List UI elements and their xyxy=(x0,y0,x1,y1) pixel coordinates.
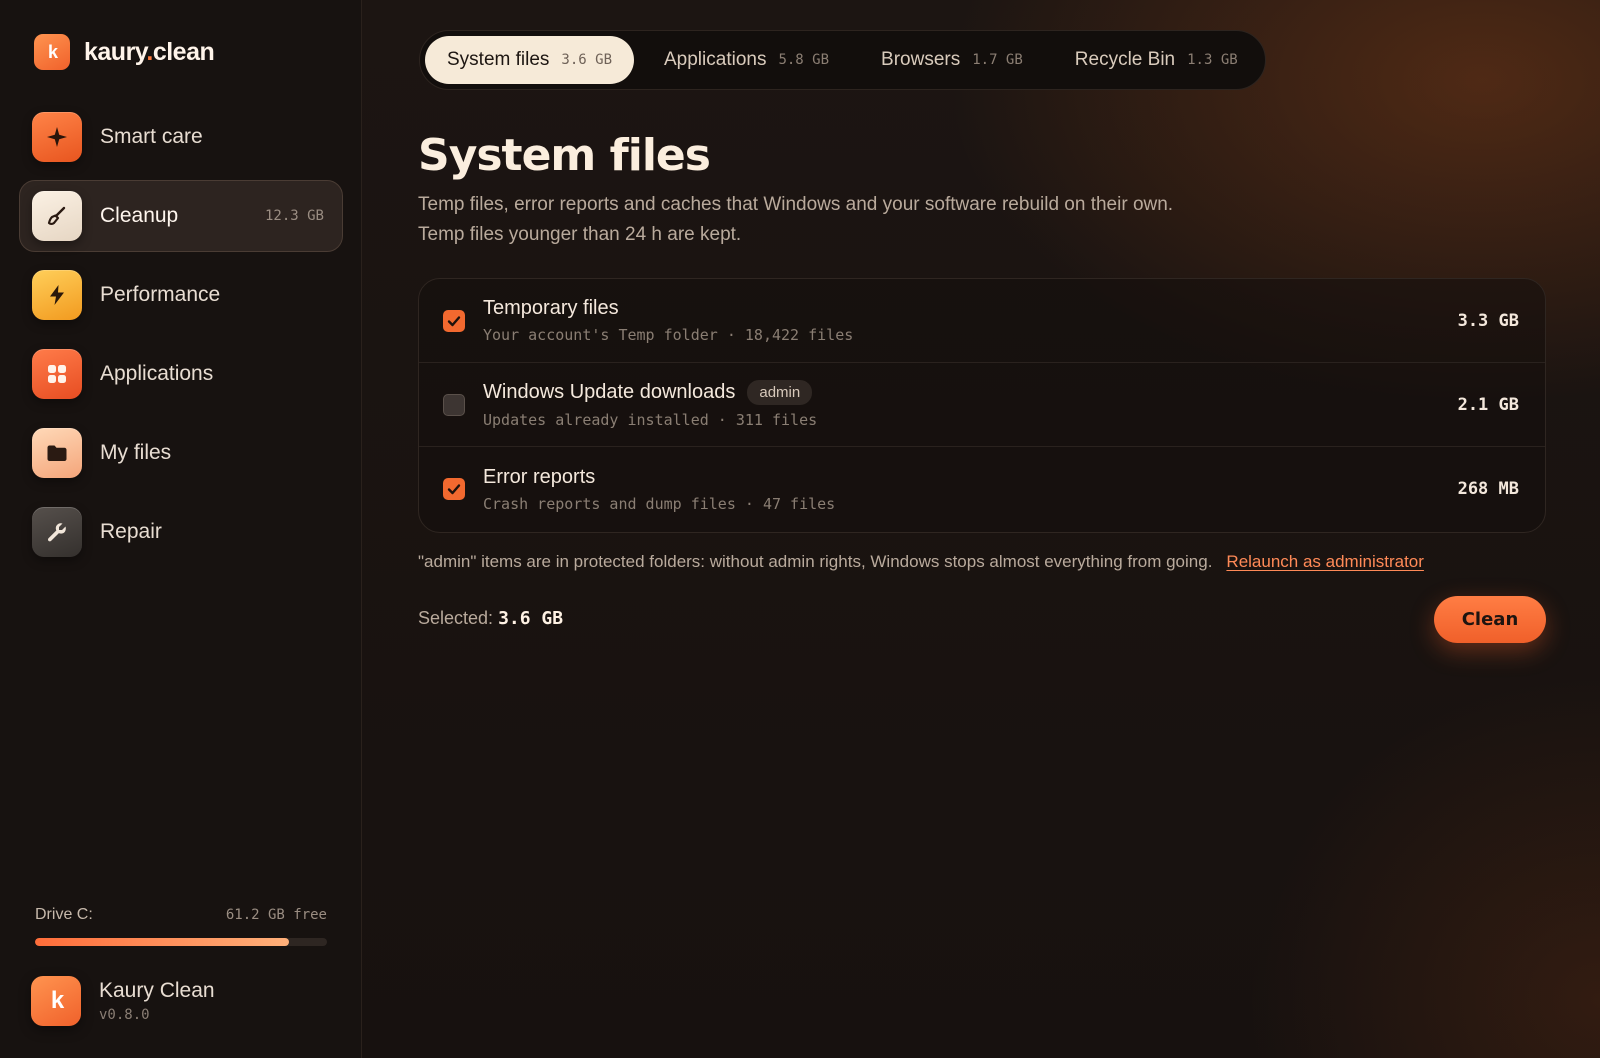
sidebar-item-cleanup[interactable]: Cleanup 12.3 GB xyxy=(19,180,343,252)
sparkle-icon xyxy=(32,112,82,162)
list-item-temporary-files[interactable]: Temporary files Your account's Temp fold… xyxy=(419,279,1545,363)
tab-applications[interactable]: Applications 5.8 GB xyxy=(642,36,851,84)
list-item-windows-update-downloads[interactable]: Windows Update downloads admin Updates a… xyxy=(419,363,1545,447)
sidebar-item-applications[interactable]: Applications xyxy=(19,338,343,410)
item-title: Temporary files xyxy=(483,297,619,319)
selected-label: Selected: xyxy=(418,608,494,628)
sidebar-item-smart-care[interactable]: Smart care xyxy=(19,101,343,173)
tab-size: 5.8 GB xyxy=(778,52,830,68)
app-info-text: Kaury Clean v0.8.0 xyxy=(99,979,215,1023)
brand-name: kaury.clean xyxy=(84,37,215,67)
page-description: Temp files, error reports and caches tha… xyxy=(418,194,1174,245)
drive-usage: Drive C: 61.2 GB free xyxy=(35,906,327,946)
item-checkbox[interactable] xyxy=(443,309,465,332)
tab-label: Browsers xyxy=(881,49,961,70)
sidebar-item-label: Smart care xyxy=(100,125,203,148)
item-subtitle: Updates already installed · 311 files xyxy=(483,411,818,429)
checkmark-icon xyxy=(447,484,461,495)
app-version: v0.8.0 xyxy=(99,1007,150,1023)
item-subtitle: Crash reports and dump files · 47 files xyxy=(483,494,836,513)
drive-label: Drive C: xyxy=(35,906,93,923)
page-title: System files xyxy=(418,130,711,181)
app-info: k Kaury Clean v0.8.0 xyxy=(31,976,215,1026)
tab-size: 3.6 GB xyxy=(561,52,612,68)
folder-icon xyxy=(32,428,82,478)
relaunch-as-admin-link[interactable]: Relaunch as administrator xyxy=(1226,552,1423,572)
sidebar-item-repair[interactable]: Repair xyxy=(19,496,343,568)
category-tabs: System files 3.6 GB Applications 5.8 GB … xyxy=(419,30,1266,90)
app-window: k kaury.clean Smart care Cleanup 12.3 GB xyxy=(0,0,1600,1058)
sidebar-item-label: My files xyxy=(100,441,172,464)
item-title-line: Windows Update downloads admin xyxy=(483,380,1458,405)
list-item-error-reports[interactable]: Error reports Crash reports and dump fil… xyxy=(419,447,1545,531)
broom-icon xyxy=(32,191,82,241)
admin-note-text: "admin" items are in protected folders: … xyxy=(418,552,1213,571)
brand-logo: k xyxy=(34,34,70,70)
item-size: 268 MB xyxy=(1457,479,1519,499)
admin-note: "admin" items are in protected folders: … xyxy=(418,552,1424,572)
drive-usage-bar xyxy=(35,938,327,946)
item-title-line: Error reports xyxy=(483,466,1458,489)
item-text: Windows Update downloads admin Updates a… xyxy=(483,380,1458,429)
item-size: 2.1 GB xyxy=(1457,394,1519,415)
selected-value: 3.6 GB xyxy=(498,608,564,629)
sidebar: k kaury.clean Smart care Cleanup 12.3 GB xyxy=(0,0,362,1058)
tab-system-files[interactable]: System files 3.6 GB xyxy=(425,36,634,84)
brand-name-part2: clean xyxy=(152,37,215,66)
sidebar-item-label: Repair xyxy=(100,520,162,543)
main-panel: System files 3.6 GB Applications 5.8 GB … xyxy=(362,0,1600,1058)
tab-label: Applications xyxy=(664,49,767,70)
app-logo: k xyxy=(31,976,81,1026)
sidebar-item-my-files[interactable]: My files xyxy=(19,417,343,489)
apps-grid-icon xyxy=(32,349,82,399)
item-title: Windows Update downloads xyxy=(483,381,736,403)
tab-size: 1.3 GB xyxy=(1187,52,1238,68)
sidebar-item-performance[interactable]: Performance xyxy=(19,259,343,331)
cleanup-items-list: Temporary files Your account's Temp fold… xyxy=(418,278,1546,533)
item-checkbox[interactable] xyxy=(443,393,465,416)
item-text: Error reports Crash reports and dump fil… xyxy=(483,466,1458,513)
item-title: Error reports xyxy=(483,465,596,488)
tab-label: Recycle Bin xyxy=(1074,49,1176,70)
item-size: 3.3 GB xyxy=(1457,310,1519,331)
sidebar-nav: Smart care Cleanup 12.3 GB Performance A… xyxy=(19,101,343,575)
drive-free-space: 61.2 GB free xyxy=(225,907,327,923)
wrench-icon xyxy=(32,507,82,557)
admin-badge: admin xyxy=(747,380,813,405)
tab-size: 1.7 GB xyxy=(972,52,1023,68)
clean-button[interactable]: Clean xyxy=(1434,596,1546,643)
lightning-icon xyxy=(32,270,82,320)
sidebar-item-badge: 12.3 GB xyxy=(264,208,324,224)
sidebar-item-label: Cleanup xyxy=(100,204,179,227)
app-name: Kaury Clean xyxy=(99,979,215,1002)
tab-browsers[interactable]: Browsers 1.7 GB xyxy=(859,36,1045,84)
selected-summary: Selected: 3.6 GB xyxy=(418,608,563,629)
sidebar-item-label: Performance xyxy=(100,283,221,306)
sidebar-item-label: Applications xyxy=(100,362,214,385)
brand-name-part1: kaury xyxy=(84,37,147,66)
drive-info-row: Drive C: 61.2 GB free xyxy=(35,906,327,924)
tab-recycle-bin[interactable]: Recycle Bin 1.3 GB xyxy=(1053,36,1260,84)
item-subtitle: Your account's Temp folder · 18,422 file… xyxy=(483,326,854,344)
checkmark-icon xyxy=(447,315,461,326)
drive-usage-fill xyxy=(35,938,290,946)
brand: k kaury.clean xyxy=(34,34,215,70)
tab-label: System files xyxy=(447,49,550,70)
item-text: Temporary files Your account's Temp fold… xyxy=(483,297,1458,344)
item-checkbox[interactable] xyxy=(443,478,465,500)
item-title-line: Temporary files xyxy=(483,297,1458,320)
